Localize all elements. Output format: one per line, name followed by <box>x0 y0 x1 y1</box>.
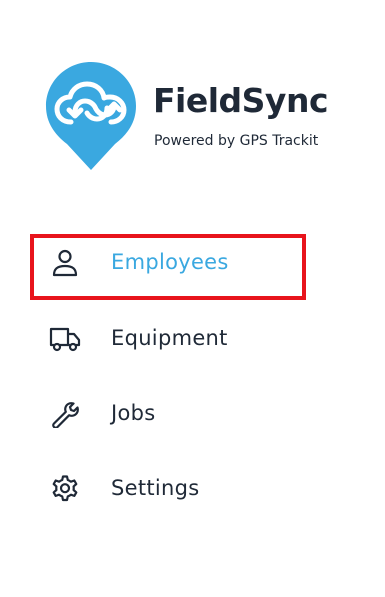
brand-name: FieldSync <box>153 81 329 120</box>
nav-item-jobs[interactable]: Jobs <box>0 386 385 442</box>
nav-item-employees[interactable]: Employees <box>0 235 385 291</box>
person-icon <box>47 249 83 277</box>
nav-item-label: Jobs <box>111 401 156 425</box>
gear-icon <box>47 475 83 503</box>
cloud-sync-pin-icon <box>45 60 137 172</box>
nav-item-label: Employees <box>111 250 229 274</box>
nav-item-label: Equipment <box>111 326 228 350</box>
wrench-icon <box>47 400 83 428</box>
nav-item-equipment[interactable]: Equipment <box>0 311 385 367</box>
truck-icon <box>47 325 83 353</box>
brand-logo: FieldSync Powered by GPS Trackit <box>0 0 385 180</box>
brand-tagline: Powered by GPS Trackit <box>154 133 319 149</box>
nav-item-label: Settings <box>111 476 200 500</box>
nav-item-settings[interactable]: Settings <box>0 461 385 517</box>
